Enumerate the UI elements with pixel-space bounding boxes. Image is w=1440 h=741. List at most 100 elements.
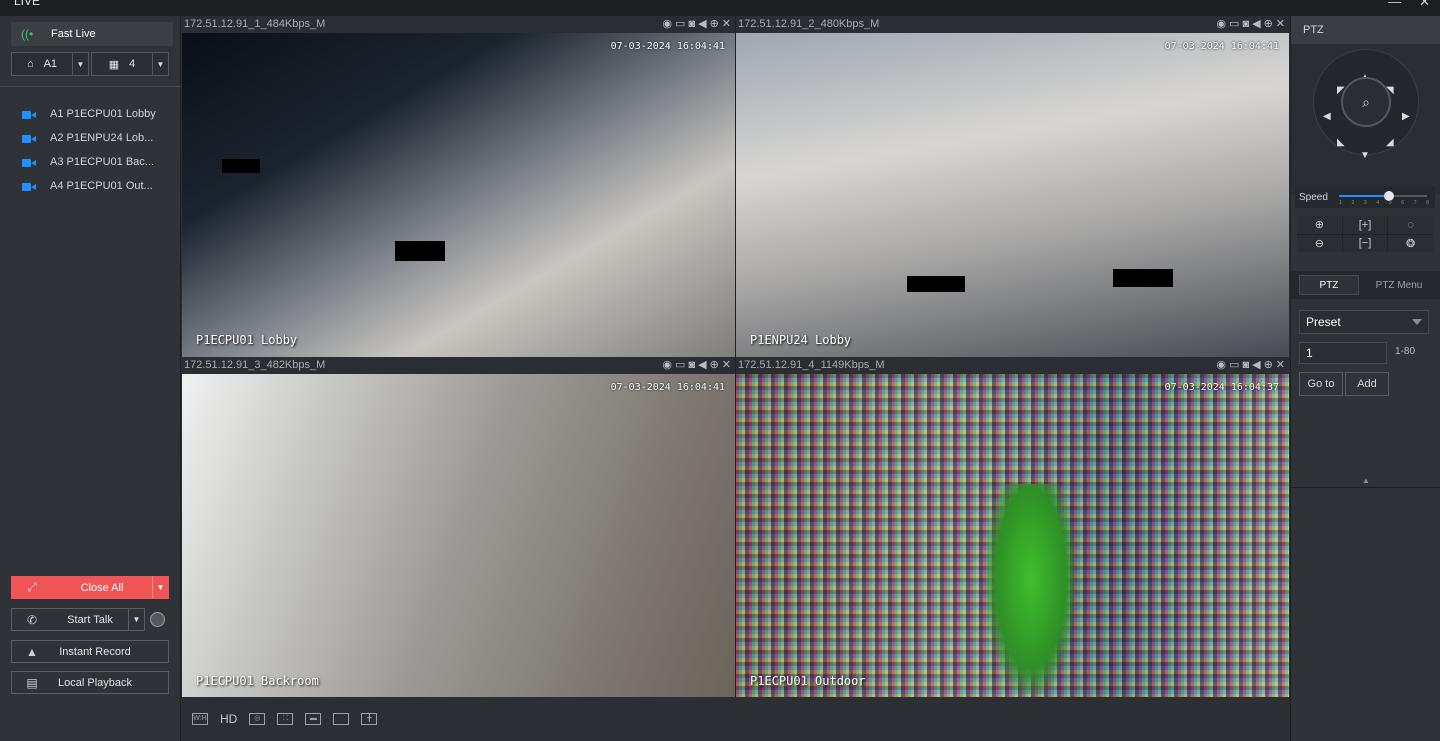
zoom-icon[interactable]: ⊕ <box>710 16 719 33</box>
video-cell-1[interactable]: 172.51.12.91_1_484Kbps_M ◉ ▭ ◙ ◀ ⊕ ✕ 07-… <box>182 16 735 357</box>
chevron-down-icon[interactable]: ▼ <box>152 53 168 75</box>
video-cell-2[interactable]: 172.51.12.91_2_480Kbps_M ◉ ▭ ◙ ◀ ⊕ ✕ 07-… <box>736 16 1289 357</box>
quality-button[interactable]: HD <box>220 712 237 726</box>
snapshot-icon[interactable]: ▭ <box>675 16 685 33</box>
preset-number-input[interactable]: 1 <box>1299 342 1387 364</box>
channel-list: A1 P1ECPU01 Lobby A2 P1ENPU24 Lob... A3 … <box>0 102 181 198</box>
group-select[interactable]: ⌂ A1 ▼ <box>11 52 89 76</box>
pan-right-icon[interactable]: ▶ <box>1402 111 1410 122</box>
channel-label: A4 P1ECPU01 Out... <box>50 180 153 192</box>
eye-icon[interactable]: ◉ <box>1216 16 1226 33</box>
fisheye-icon[interactable]: ◎ <box>249 713 266 725</box>
audio-icon[interactable]: ◀ <box>1252 16 1260 33</box>
camera-name: P1ENPU24 Lobby <box>750 333 852 347</box>
chevron-down-icon <box>1412 319 1422 325</box>
pan-down-icon[interactable]: ▼ <box>1360 150 1370 161</box>
camera-name: P1ECPU01 Outdoor <box>750 674 866 688</box>
speed-slider[interactable] <box>1339 191 1427 201</box>
zoom-icon[interactable]: ⊕ <box>1264 16 1273 33</box>
close-window-icon[interactable]: ✕ <box>1419 0 1430 10</box>
zoom-in-icon[interactable]: ⊕ <box>1297 216 1342 234</box>
stream-info: 172.51.12.91_3_482Kbps_M <box>184 359 326 371</box>
video-cell-3[interactable]: 172.51.12.91_3_482Kbps_M ◉ ▭ ◙ ◀ ⊕ ✕ 07-… <box>182 357 735 698</box>
speed-control: Speed 1 2 3 4 5 6 7 8 <box>1295 186 1435 208</box>
snapshot-icon[interactable]: ▭ <box>1229 357 1239 374</box>
eye-icon[interactable]: ◉ <box>1216 357 1226 374</box>
cell-toolbar: ◉ ▭ ◙ ◀ ⊕ ✕ <box>1216 357 1285 374</box>
snapshot-icon[interactable]: ▭ <box>675 357 685 374</box>
minimize-icon[interactable]: — <box>1388 0 1401 10</box>
fast-live-tab[interactable]: ((• Fast Live <box>11 22 173 46</box>
preset-range: 1-80 <box>1395 346 1416 357</box>
record-icon[interactable]: ◙ <box>688 16 695 33</box>
zoom-icon[interactable]: ⊕ <box>1264 357 1273 374</box>
pan-down-left-icon[interactable]: ◣ <box>1337 137 1345 148</box>
pan-left-icon[interactable]: ◀ <box>1323 111 1331 122</box>
close-icon[interactable]: ✕ <box>722 16 731 33</box>
app-title: LIVE <box>14 0 46 37</box>
split-select[interactable]: ▦ 4 ▼ <box>91 52 169 76</box>
pan-down-right-icon[interactable]: ◢ <box>1386 137 1394 148</box>
zoom-out-icon[interactable]: ⊖ <box>1297 234 1342 252</box>
app-title-text: LIVE <box>14 0 41 8</box>
speed-tick: 2 <box>1351 200 1355 206</box>
1-split-icon[interactable] <box>333 713 350 725</box>
close-icon[interactable]: ✕ <box>1276 16 1285 33</box>
speed-tick: 3 <box>1363 200 1367 206</box>
group-select-value: A1 <box>43 58 58 70</box>
start-talk-button[interactable]: ✆ Start Talk ▼ <box>11 608 145 631</box>
preset-select[interactable]: Preset <box>1299 310 1429 334</box>
iris-open-icon[interactable]: ◌ <box>1388 216 1433 234</box>
instant-record-button[interactable]: ▲ Instant Record <box>11 640 169 663</box>
channel-item[interactable]: A3 P1ECPU01 Bac... <box>0 150 181 174</box>
aspect-ratio-icon[interactable]: W:H <box>192 713 208 725</box>
close-icon[interactable]: ✕ <box>722 357 731 374</box>
channel-item[interactable]: A4 P1ECPU01 Out... <box>0 174 181 198</box>
ptz-3d-position-icon[interactable]: ⌕ <box>1341 77 1391 127</box>
tab-ptz[interactable]: PTZ <box>1299 275 1359 295</box>
video-feed[interactable]: 07-03-2024 16:04:41 P1ECPU01 Backroom <box>182 374 735 698</box>
video-feed[interactable]: 07-03-2024 16:04:37 P1ECPU01 Outdoor <box>736 374 1289 698</box>
video-feed[interactable]: 07-03-2024 16:04:41 P1ENPU24 Lobby <box>736 33 1289 357</box>
focus-far-icon[interactable]: [−] <box>1342 234 1388 252</box>
video-feed[interactable]: 07-03-2024 16:04:41 P1ECPU01 Lobby <box>182 33 735 357</box>
audio-icon[interactable]: ◀ <box>698 357 706 374</box>
chevron-down-icon[interactable]: ▼ <box>152 577 168 598</box>
record-icon[interactable]: ◙ <box>688 357 695 374</box>
close-icon[interactable]: ✕ <box>1276 357 1285 374</box>
redaction-box <box>395 241 445 261</box>
tab-ptz-menu[interactable]: PTZ Menu <box>1363 275 1435 295</box>
audio-icon[interactable]: ◀ <box>698 16 706 33</box>
iris-close-icon[interactable]: ❂ <box>1388 234 1433 252</box>
fast-live-label: Fast Live <box>51 28 96 40</box>
dome-camera-icon: ⌂ <box>26 58 34 70</box>
chevron-down-icon[interactable]: ▼ <box>72 53 88 75</box>
add-button[interactable]: Add <box>1345 372 1389 396</box>
4-split-icon[interactable]: ╋ <box>361 713 378 725</box>
local-playback-button[interactable]: ▤ Local Playback <box>11 671 169 694</box>
ptz-header: PTZ <box>1291 16 1440 44</box>
audio-icon[interactable]: ◀ <box>1252 357 1260 374</box>
channel-item[interactable]: A1 P1ECPU01 Lobby <box>0 102 181 126</box>
chevron-down-icon[interactable]: ▼ <box>128 609 144 630</box>
collapse-icon[interactable]: ▲ <box>1291 474 1440 488</box>
speed-tick: 7 <box>1413 200 1417 206</box>
record-icon[interactable]: ◙ <box>1242 357 1249 374</box>
close-all-button[interactable]: ⤢ Close All ▼ <box>11 576 169 599</box>
snapshot-icon[interactable]: ▭ <box>1229 16 1239 33</box>
record-icon[interactable]: ◙ <box>1242 16 1249 33</box>
single-view-icon[interactable]: ▬ <box>305 713 322 725</box>
goto-button[interactable]: Go to <box>1299 372 1343 396</box>
cell-toolbar: ◉ ▭ ◙ ◀ ⊕ ✕ <box>1216 16 1285 33</box>
bottom-toolbar: W:H HD ◎ ⛶ ▬ ╋ <box>182 697 1289 741</box>
fullscreen-icon[interactable]: ⛶ <box>277 713 294 725</box>
channel-item[interactable]: A2 P1ENPU24 Lob... <box>0 126 181 150</box>
focus-near-icon[interactable]: [+] <box>1342 216 1388 234</box>
close-all-label: Close All <box>80 581 124 594</box>
eye-icon[interactable]: ◉ <box>662 16 672 33</box>
zoom-icon[interactable]: ⊕ <box>710 357 719 374</box>
camera-icon <box>22 182 36 191</box>
video-cell-header: 172.51.12.91_1_484Kbps_M ◉ ▭ ◙ ◀ ⊕ ✕ <box>182 16 735 33</box>
video-cell-4[interactable]: 172.51.12.91_4_1149Kbps_M ◉ ▭ ◙ ◀ ⊕ ✕ 07… <box>736 357 1289 698</box>
eye-icon[interactable]: ◉ <box>662 357 672 374</box>
